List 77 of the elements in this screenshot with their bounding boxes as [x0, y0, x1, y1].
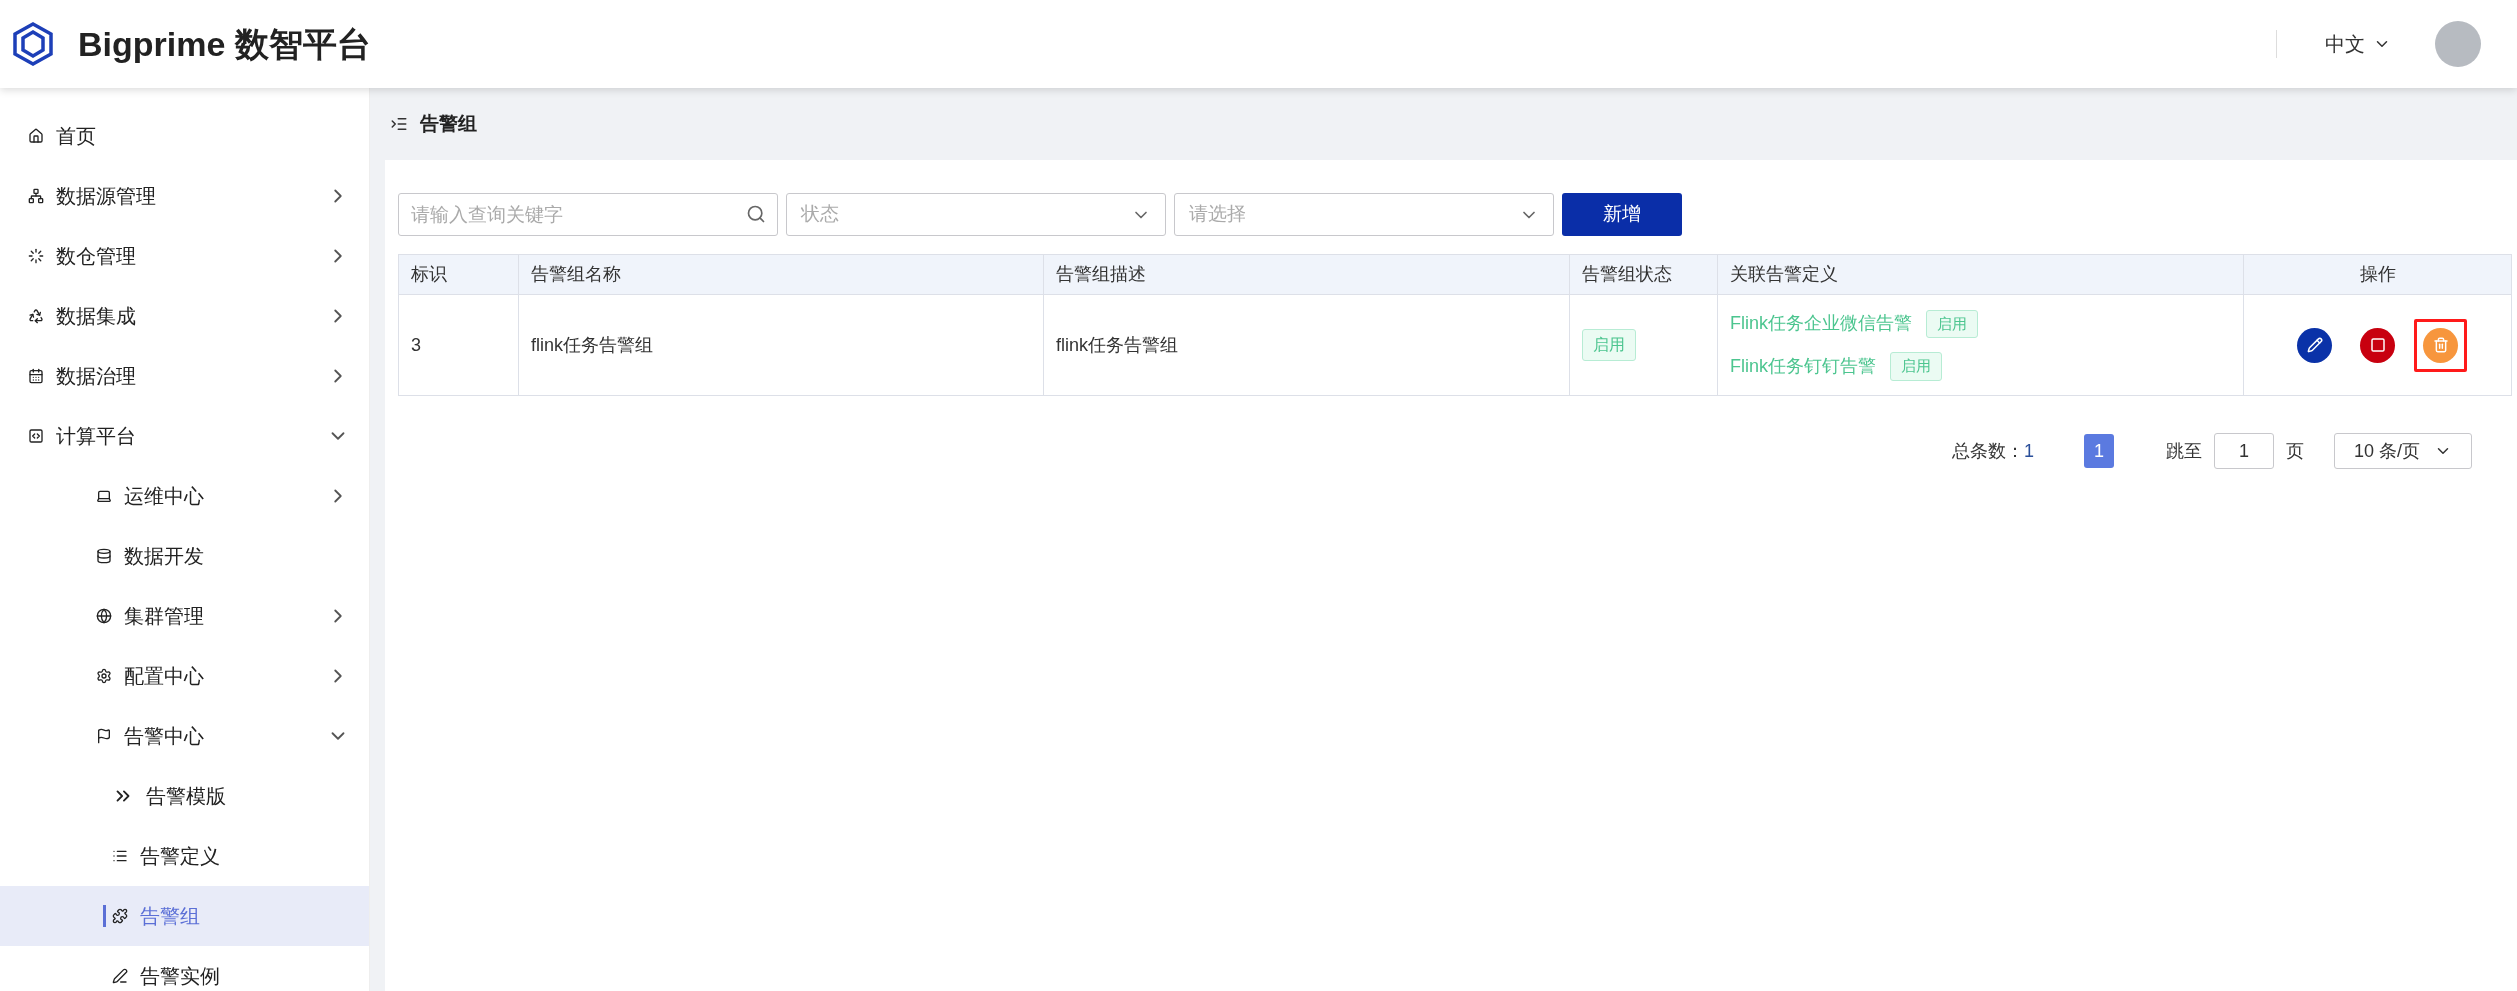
- sidebar-label: 集群管理: [124, 604, 204, 629]
- sidebar-label: 配置中心: [124, 664, 204, 689]
- loader-icon: [28, 248, 44, 264]
- sidebar-item[interactable]: 数据集成: [0, 286, 369, 346]
- trash-icon: [2432, 337, 2449, 353]
- sidebar-label: 数仓管理: [56, 244, 136, 269]
- status-tag: 启用: [1890, 352, 1942, 381]
- table-cell-text: flink任务告警组: [1056, 333, 1178, 357]
- column-header: 操作: [2359, 263, 2396, 286]
- sidebar-label: 运维中心: [124, 484, 204, 509]
- table-cell-text: 3: [411, 333, 421, 357]
- sidebar-label: 数据源管理: [56, 184, 156, 209]
- sidebar-label: 告警定义: [140, 844, 220, 869]
- sidebar-label: 计算平台: [56, 424, 136, 449]
- app-title: Bigprime 数智平台: [78, 23, 371, 65]
- column-header: 告警组名称: [531, 263, 621, 286]
- table-cell-text: flink任务告警组: [531, 333, 653, 357]
- sidebar-item[interactable]: 告警定义: [0, 826, 369, 886]
- status-tag: 启用: [1926, 309, 1978, 338]
- total-count: 1: [2024, 439, 2034, 463]
- page-button[interactable]: 1: [2084, 434, 2114, 468]
- settings-icon: [96, 668, 112, 684]
- sidebar-label: 首页: [56, 124, 96, 149]
- puzzle-icon: [112, 908, 128, 924]
- selection-bar: [103, 905, 106, 927]
- jump-label: 跳至: [2166, 439, 2202, 463]
- total-label: 总条数：: [1952, 439, 2024, 463]
- edit-button[interactable]: [2297, 327, 2332, 363]
- home-icon: [28, 128, 44, 144]
- flag-icon: [96, 728, 112, 744]
- sidebar-label: 告警实例: [140, 964, 220, 989]
- search-icon: [746, 204, 766, 224]
- column-header: 标识: [411, 263, 447, 286]
- sidebar-item[interactable]: 数仓管理: [0, 226, 369, 286]
- list-icon: [112, 848, 128, 864]
- sidebar-label: 数据集成: [56, 304, 136, 329]
- sidebar-item[interactable]: 告警实例: [0, 946, 369, 991]
- sidebar-item[interactable]: 告警中心: [0, 706, 369, 766]
- sidebar-label: 告警组: [140, 904, 200, 929]
- column-header: 告警组状态: [1582, 263, 1672, 286]
- globe-icon: [96, 608, 112, 624]
- recycle-icon: [28, 308, 44, 324]
- language-selector[interactable]: 中文: [2325, 29, 2391, 59]
- square-icon: [2369, 337, 2386, 353]
- sidebar-item[interactable]: 告警模版: [0, 766, 369, 826]
- column-header: 告警组描述: [1056, 263, 1146, 286]
- sidebar-item[interactable]: 集群管理: [0, 586, 369, 646]
- pen-icon: [112, 968, 128, 984]
- page-suffix: 页: [2286, 439, 2304, 463]
- sidebar-item[interactable]: 配置中心: [0, 646, 369, 706]
- sidebar-label: 数据开发: [124, 544, 204, 569]
- logo-icon: [10, 21, 56, 67]
- add-button[interactable]: 新增: [1562, 193, 1682, 236]
- page-input[interactable]: 1: [2214, 433, 2274, 469]
- search-field[interactable]: 请输入查询关键字: [398, 193, 778, 236]
- sidebar-label: 告警模版: [146, 784, 226, 809]
- sidebar-item[interactable]: 数据源管理: [0, 166, 369, 226]
- database-icon: [96, 548, 112, 564]
- sidebar-label: 告警中心: [124, 724, 204, 749]
- calendar-icon: [28, 368, 44, 384]
- indent-icon: [390, 115, 408, 133]
- stop-button[interactable]: [2360, 327, 2395, 363]
- pencil-icon: [2306, 337, 2323, 353]
- sidebar-label: 数据治理: [56, 364, 136, 389]
- sidebar-item[interactable]: 数据开发: [0, 526, 369, 586]
- sidebar-item[interactable]: 计算平台: [0, 406, 369, 466]
- code-icon: [28, 428, 44, 444]
- column-header: 关联告警定义: [1730, 263, 1838, 286]
- laptop-icon: [96, 488, 112, 504]
- network-icon: [28, 188, 44, 204]
- page-title: 告警组: [420, 111, 477, 136]
- sidebar-item[interactable]: 数据治理: [0, 346, 369, 406]
- sidebar-item[interactable]: 首页: [0, 106, 369, 166]
- status-tag: 启用: [1582, 329, 1636, 361]
- sidebar-item[interactable]: 告警组: [0, 886, 369, 946]
- sidebar-item[interactable]: 运维中心: [0, 466, 369, 526]
- page-size-select[interactable]: 10 条/页: [2334, 433, 2472, 469]
